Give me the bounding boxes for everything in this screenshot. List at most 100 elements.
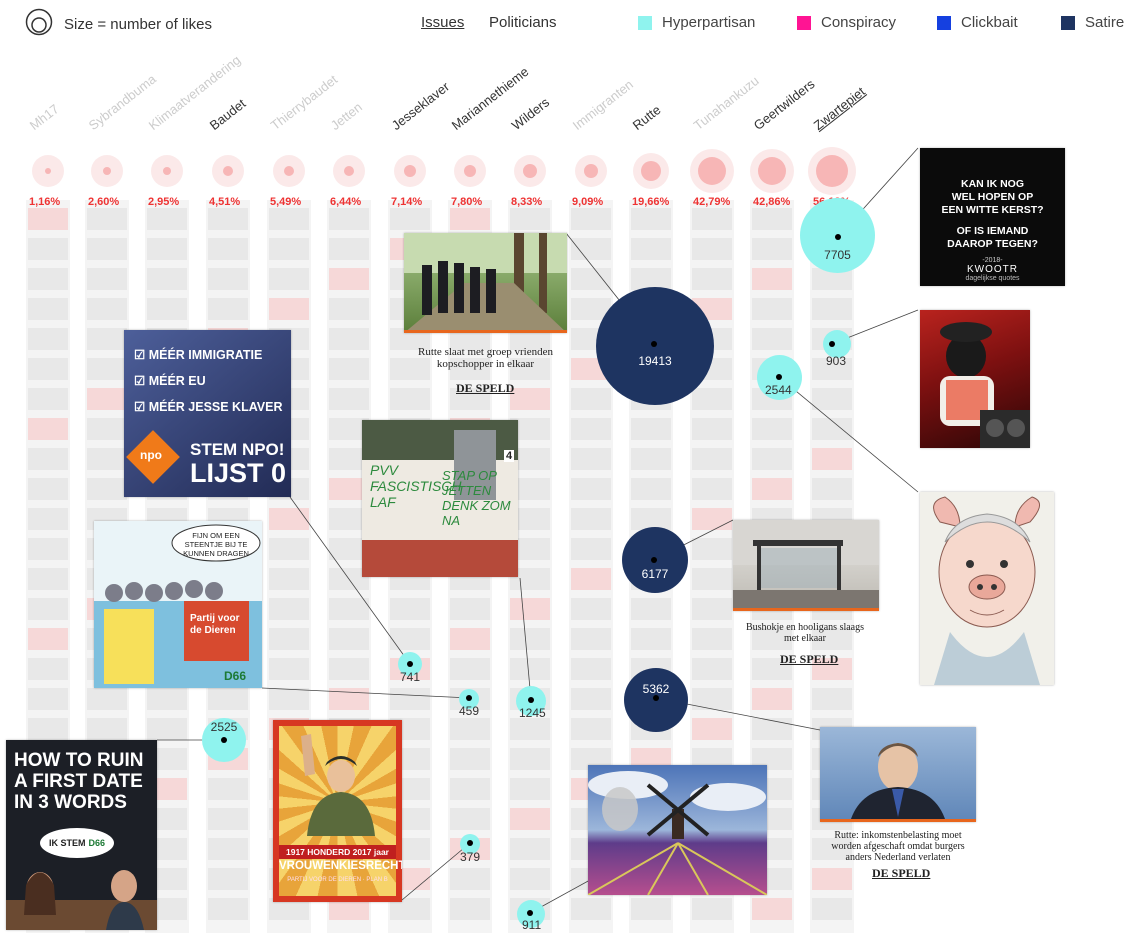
topic-dot[interactable] xyxy=(523,164,537,178)
thumbnail-tile xyxy=(692,598,732,620)
topic-dot[interactable] xyxy=(163,167,171,175)
thumbnail-tile xyxy=(571,238,611,260)
thumbnail-tile xyxy=(812,688,852,710)
topic-label[interactable]: Mh17 xyxy=(27,101,62,133)
thumbnail-tile xyxy=(87,298,127,320)
topic-label[interactable]: Zwartepiet xyxy=(811,84,868,133)
legend-conspiracy[interactable]: Conspiracy xyxy=(797,14,896,31)
thumbnail-tile xyxy=(269,568,309,590)
topic-label[interactable]: Jetten xyxy=(328,99,365,133)
card-bird-cartoon[interactable]: FIJN OM EEN STEENTJE BIJ TE KUNNEN DRAGE… xyxy=(94,521,262,688)
bushokje-illustration xyxy=(733,520,879,611)
legend-hyperpartisan[interactable]: Hyperpartisan xyxy=(638,14,755,31)
thumbnail-tile xyxy=(390,628,430,650)
thumbnail-tile xyxy=(571,208,611,230)
thumbnail-tile xyxy=(692,388,732,410)
thumbnail-tile xyxy=(752,448,792,470)
thumbnail-tile xyxy=(450,658,490,680)
brand-de-speld-3[interactable]: DE SPELD xyxy=(872,866,930,881)
npo-item-3-label: MÉÉR JESSE KLAVER xyxy=(148,400,283,414)
thumbnail-tile xyxy=(510,208,550,230)
topic-percentage: 42,79% xyxy=(693,196,731,208)
bubble-anchor xyxy=(467,840,473,846)
topic-dot[interactable] xyxy=(223,166,233,176)
card-rutte-tax-photo[interactable] xyxy=(820,727,976,822)
card-zwartepiet-photo[interactable] xyxy=(920,310,1030,448)
topic-label[interactable]: Tunahankuzu xyxy=(691,73,762,133)
topic-label[interactable]: Immigranten xyxy=(570,77,636,133)
topic-percentage: 8,33% xyxy=(511,196,543,208)
topic-percentage: 4,51% xyxy=(209,196,241,208)
quote-line: DAAROP TEGEN? xyxy=(947,238,1038,250)
thumbnail-tile xyxy=(450,748,490,770)
thumbnail-tile xyxy=(571,478,611,500)
thumbnail-tile xyxy=(752,268,792,290)
topic-dot[interactable] xyxy=(758,157,786,185)
thumbnail-tile xyxy=(208,688,248,710)
topic-dot[interactable] xyxy=(344,166,354,176)
card-graffiti-photo[interactable]: PVV FASCISTISCH LAF STAP OP JETTEN DENK … xyxy=(362,420,518,577)
card-bushokje-photo[interactable] xyxy=(733,520,879,611)
topic-dot[interactable] xyxy=(584,164,598,178)
thumbnail-tile xyxy=(329,358,369,380)
thumbnail-tile xyxy=(208,208,248,230)
topic-dot[interactable] xyxy=(45,168,51,174)
thumbnail-tile xyxy=(812,478,852,500)
thumbnail-tile xyxy=(147,238,187,260)
thumbnail-tile xyxy=(269,238,309,260)
topic-label[interactable]: Jesseklaver xyxy=(389,79,452,133)
thumbnail-tile xyxy=(692,508,732,530)
orange-underline xyxy=(820,819,976,822)
thumbnail-tile xyxy=(28,568,68,590)
card-kwootr-quote[interactable]: KAN IK NOG WEL HOPEN OP EEN WITTE KERST?… xyxy=(920,148,1065,286)
npo-item-2-label: MÉÉR EU xyxy=(148,374,206,388)
brand-de-speld-2[interactable]: DE SPELD xyxy=(780,652,838,667)
thumbnail-tile xyxy=(269,508,309,530)
topic-dot[interactable] xyxy=(464,165,476,177)
thumbnail-tile xyxy=(28,628,68,650)
cartoon-tag: D66 xyxy=(224,669,247,683)
card-windmill-photo[interactable] xyxy=(588,765,767,895)
topic-percentage: 9,09% xyxy=(572,196,604,208)
bubble-2544-label: 2544 xyxy=(765,383,792,397)
poster-banner: 1917 HONDERD 2017 jaar xyxy=(279,845,396,859)
poster-title: VROUWENKIESRECHT xyxy=(279,860,402,872)
topic-dot[interactable] xyxy=(816,155,848,187)
brand-de-speld-1[interactable]: DE SPELD xyxy=(456,381,514,396)
thumbnail-tile xyxy=(571,658,611,680)
topic-label[interactable]: Wilders xyxy=(509,94,552,133)
card-first-date-poster[interactable]: HOW TO RUIN A FIRST DATE IN 3 WORDS IK S… xyxy=(6,740,157,930)
topic-label[interactable]: Baudet xyxy=(207,96,249,133)
tab-issues[interactable]: Issues xyxy=(421,14,464,31)
thumbnail-tile xyxy=(450,778,490,800)
thumbnail-tile xyxy=(752,718,792,740)
topic-dot[interactable] xyxy=(103,167,111,175)
thumbnail-tile xyxy=(28,658,68,680)
topic-dot[interactable] xyxy=(404,165,416,177)
tab-politicians[interactable]: Politicians xyxy=(489,14,557,31)
hyperpartisan-swatch xyxy=(638,15,652,30)
thumbnail-tile xyxy=(692,718,732,740)
topic-dot[interactable] xyxy=(641,161,661,181)
thumbnail-tile xyxy=(692,658,732,680)
cartoon-speech: FIJN OM EEN STEENTJE BIJ TE KUNNEN DRAGE… xyxy=(183,531,249,558)
card-stem-npo[interactable]: ☑ MÉÉR IMMIGRATIE ☑ MÉÉR EU ☑ MÉÉR JESSE… xyxy=(124,330,291,497)
legend-satire[interactable]: Satire xyxy=(1061,14,1124,31)
topic-percentage: 5,49% xyxy=(270,196,302,208)
thumbnail-tile xyxy=(631,418,671,440)
card-wilders-caricature[interactable] xyxy=(920,492,1054,685)
caption-rutte-tax: Rutte: inkomstenbelasting moet worden af… xyxy=(831,830,965,863)
card-vrouwenkiesrecht-poster[interactable]: 1917 HONDERD 2017 jaar VROUWENKIESRECHT … xyxy=(273,720,402,902)
thumbnail-tile xyxy=(450,898,490,920)
topic-dot[interactable] xyxy=(698,157,726,185)
card-rutte-walking-photo[interactable] xyxy=(404,233,567,333)
thumbnail-tile xyxy=(631,898,671,920)
thumbnail-tile xyxy=(510,838,550,860)
legend-clickbait[interactable]: Clickbait xyxy=(937,14,1018,31)
thumbnail-tile xyxy=(329,628,369,650)
satire-label: Satire xyxy=(1085,14,1125,31)
conspiracy-label: Conspiracy xyxy=(821,14,897,31)
topic-dot[interactable] xyxy=(284,166,294,176)
topic-label[interactable]: Rutte xyxy=(630,102,664,133)
thumbnail-tile xyxy=(28,448,68,470)
